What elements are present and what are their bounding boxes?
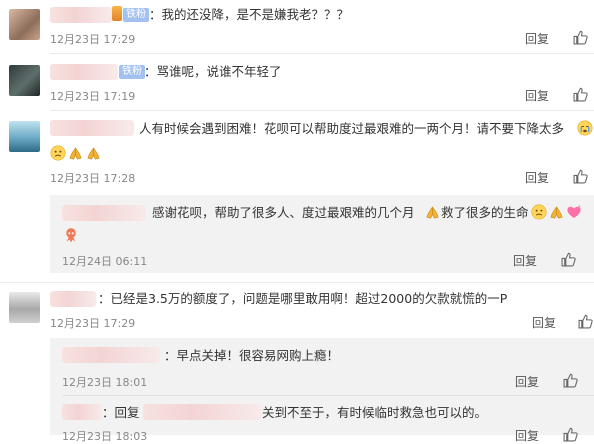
comment-time: 12月23日 17:29 <box>50 33 136 46</box>
reply-prefix: ：回复 <box>102 405 140 420</box>
reply-text-continued: 救了很多的生命 <box>441 205 529 220</box>
like-icon[interactable] <box>578 314 593 329</box>
reply-button[interactable]: 回复 <box>525 87 549 104</box>
comment-time: 12月23日 17:29 <box>50 317 136 330</box>
like-icon[interactable] <box>563 373 578 388</box>
avatar[interactable] <box>9 121 40 152</box>
heart-emoji-icon <box>566 204 582 220</box>
username[interactable] <box>50 64 118 80</box>
reply-button[interactable]: 回复 <box>532 314 556 331</box>
pray-emoji-icon <box>68 146 83 161</box>
reply-text: 关到不至于，有时候临时救急也可以的。 <box>262 405 488 420</box>
mention-username[interactable] <box>143 404 261 420</box>
divider <box>50 110 594 111</box>
username[interactable] <box>50 7 112 23</box>
avatar[interactable] <box>9 9 40 40</box>
fan-badge: 铁粉 <box>123 8 149 22</box>
octopus-emoji-icon <box>62 226 80 244</box>
like-icon[interactable] <box>561 252 576 267</box>
comment-time: 12月23日 17:28 <box>50 172 136 185</box>
reply-text: ：早点关掉！很容易网购上瘾！ <box>164 348 340 363</box>
crying-emoji-icon <box>577 120 593 136</box>
sad-emoji-icon <box>50 145 66 161</box>
username[interactable] <box>62 347 160 363</box>
username[interactable] <box>50 120 134 136</box>
avatar[interactable] <box>9 292 40 323</box>
reply-time: 12月23日 18:01 <box>62 376 148 389</box>
like-icon[interactable] <box>573 169 588 184</box>
divider <box>62 395 594 396</box>
pray-emoji-icon <box>549 205 564 220</box>
divider <box>0 282 594 283</box>
divider <box>50 53 594 54</box>
username[interactable] <box>62 205 146 221</box>
username[interactable] <box>50 291 96 307</box>
fan-badge: 铁粉 <box>119 65 145 79</box>
username[interactable] <box>62 404 102 420</box>
like-icon[interactable] <box>573 87 588 102</box>
reply-button[interactable]: 回复 <box>515 373 539 390</box>
reply-time: 12月24日 06:11 <box>62 255 148 268</box>
comment-text: ：我的还没降，是不是嫌我老？？？ <box>149 7 350 22</box>
reply-button[interactable]: 回复 <box>525 30 549 47</box>
reply-button[interactable]: 回复 <box>525 169 549 186</box>
avatar[interactable] <box>9 65 40 96</box>
pray-emoji-icon <box>86 146 101 161</box>
pray-emoji-icon <box>425 205 440 220</box>
comment-time: 12月23日 17:19 <box>50 90 136 103</box>
like-icon[interactable] <box>573 30 588 45</box>
fan-badge-icon <box>112 6 122 21</box>
comment-text: 人有时候会遇到困难！花呗可以帮助度过最艰难的一两个月！请不要下降太多 <box>139 121 565 136</box>
reply-time: 12月23日 18:03 <box>62 430 148 443</box>
reply-button[interactable]: 回复 <box>515 427 539 444</box>
comment-text: ：骂谁呢，说谁不年轻了 <box>144 64 282 79</box>
reply-text: 感谢花呗，帮助了很多人、度过最艰难的几个月 <box>152 205 415 220</box>
reply-button[interactable]: 回复 <box>513 252 537 269</box>
sad-emoji-icon <box>531 204 547 220</box>
comment-text: ：已经是3.5万的额度了，问题是哪里敢用啊！超过2000的欠款就慌的一P <box>98 291 508 306</box>
